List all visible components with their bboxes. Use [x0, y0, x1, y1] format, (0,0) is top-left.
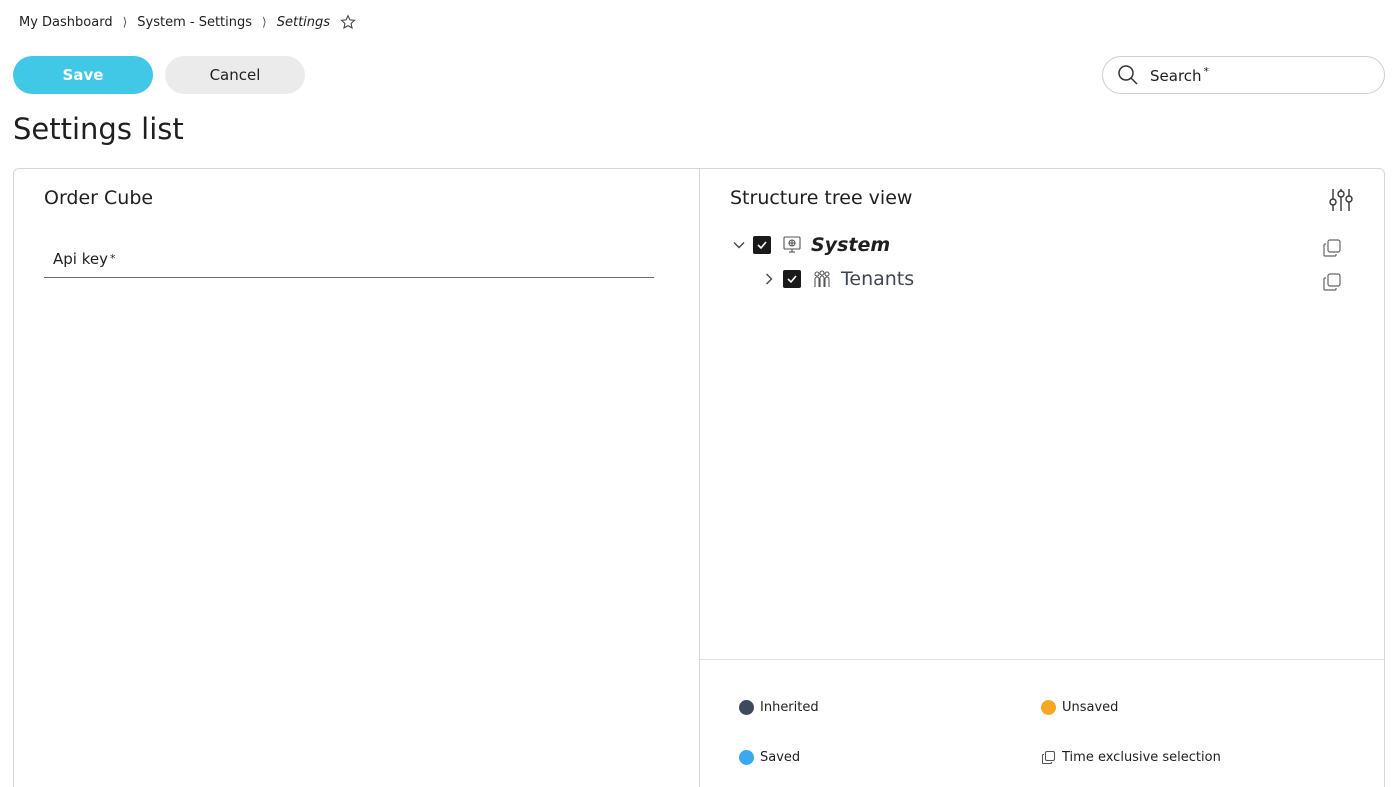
search-label: Search * — [1150, 65, 1210, 85]
star-outline-icon[interactable] — [340, 14, 356, 30]
legend-saved: Saved — [739, 750, 800, 765]
legend-inherited: Inherited — [739, 700, 819, 715]
legend-time-exclusive: Time exclusive selection — [1041, 750, 1221, 765]
save-button[interactable]: Save — [13, 56, 153, 94]
api-key-required-mark: * — [109, 252, 116, 265]
cancel-button[interactable]: Cancel — [165, 56, 305, 94]
panel-divider — [699, 169, 700, 787]
chevron-down-icon[interactable] — [731, 237, 747, 253]
legend-divider — [700, 659, 1384, 660]
tree-node-tenants: Tenants — [761, 265, 914, 293]
copy-icon[interactable] — [1321, 237, 1343, 259]
copy-icon[interactable] — [1321, 271, 1343, 293]
legend-saved-label: Saved — [760, 750, 801, 765]
structure-tree-title: Structure tree view — [730, 187, 913, 209]
api-key-field[interactable]: Api key * — [44, 240, 654, 278]
legend-unsaved-label: Unsaved — [1062, 700, 1119, 715]
monitor-icon — [781, 234, 803, 256]
copy-icon — [1041, 750, 1056, 765]
legend-inherited-label: Inherited — [760, 700, 819, 715]
tree-node-system-label[interactable]: System — [811, 234, 890, 256]
breadcrumb-settings: Settings — [276, 14, 331, 30]
tree-node-tenants-checkbox[interactable] — [783, 270, 801, 288]
tree-node-tenants-label[interactable]: Tenants — [841, 268, 914, 290]
api-key-label: Api key — [53, 249, 108, 268]
legend-time-exclusive-label: Time exclusive selection — [1062, 750, 1221, 765]
chevron-right-icon[interactable] — [761, 271, 777, 287]
search-input[interactable]: Search * — [1102, 56, 1385, 94]
people-icon — [811, 268, 833, 290]
legend-saved-dot — [739, 750, 754, 765]
breadcrumb-system-settings[interactable]: System - Settings — [137, 15, 252, 30]
legend-unsaved-dot — [1041, 700, 1056, 715]
legend-unsaved: Unsaved — [1041, 700, 1118, 715]
legend-inherited-dot — [739, 700, 754, 715]
search-icon — [1116, 63, 1140, 87]
tree-node-system: System — [731, 231, 890, 259]
breadcrumb-separator: ⟩ — [122, 15, 128, 29]
tree-node-system-checkbox[interactable] — [753, 236, 771, 254]
breadcrumb-separator: ⟩ — [262, 15, 267, 29]
breadcrumb: My Dashboard ⟩ System - Settings ⟩ Setti… — [19, 12, 356, 32]
page-title: Settings list — [13, 112, 184, 146]
breadcrumb-my-dashboard[interactable]: My Dashboard — [19, 15, 113, 30]
sliders-icon[interactable] — [1328, 187, 1354, 213]
order-cube-title: Order Cube — [44, 187, 154, 209]
